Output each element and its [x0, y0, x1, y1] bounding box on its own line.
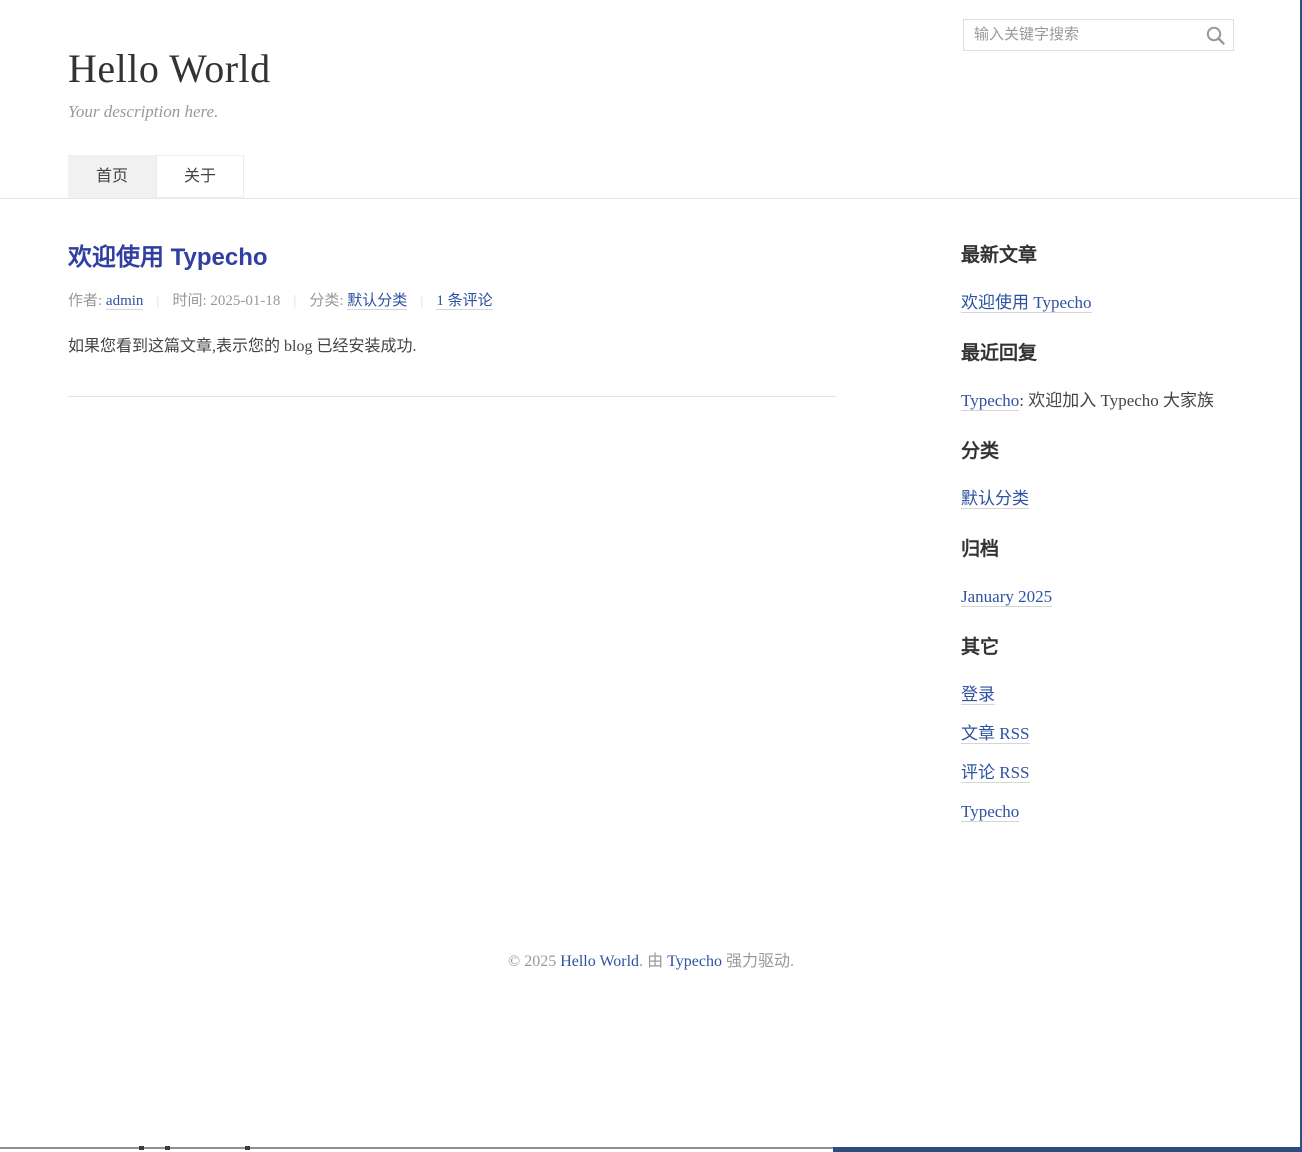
list-item: Typecho: 欢迎加入 Typecho 大家族 [961, 389, 1234, 413]
post-date: 2025-01-18 [210, 293, 280, 309]
login-link[interactable]: 登录 [961, 685, 995, 705]
sidebar: 最新文章 欢迎使用 Typecho 最近回复 Typecho: 欢迎加入 Typ… [961, 199, 1234, 847]
sidebar-section-archives: 归档 January 2025 [961, 534, 1234, 609]
footer-site-link[interactable]: Hello World [560, 953, 639, 970]
typecho-link[interactable]: Typecho [961, 802, 1019, 822]
search-box [963, 19, 1234, 51]
recent-post-link[interactable]: 欢迎使用 Typecho [961, 293, 1092, 313]
sidebar-heading: 最近回复 [961, 338, 1234, 365]
category-link[interactable]: 默认分类 [347, 293, 407, 310]
post-rss-link[interactable]: 文章 RSS [961, 724, 1030, 744]
list-item: 评论 RSS [961, 761, 1234, 785]
list-item: 登录 [961, 683, 1234, 707]
post: 欢迎使用 Typecho 作者: admin | 时间: 2025-01-18 | 分类… [68, 237, 836, 359]
reply-text: : 欢迎加入 Typecho 大家族 [1019, 391, 1214, 410]
meta-separator: | [156, 293, 159, 309]
footer-typecho-link[interactable]: Typecho [667, 953, 722, 970]
reply-author-link[interactable]: Typecho [961, 391, 1019, 411]
post-list: 欢迎使用 Typecho 作者: admin | 时间: 2025-01-18 | 分类… [68, 199, 836, 847]
taskbar-icon-sliver [245, 1146, 250, 1150]
author-link[interactable]: admin [106, 293, 144, 310]
list-item: January 2025 [961, 585, 1234, 609]
main-nav: 首页 关于 [68, 155, 1234, 198]
site-description: Your description here. [68, 102, 1234, 122]
search-icon[interactable] [1205, 25, 1226, 46]
sidebar-heading: 归档 [961, 534, 1234, 561]
category-label: 分类: [309, 293, 347, 309]
list-item: 默认分类 [961, 487, 1234, 511]
nav-tab-home[interactable]: 首页 [68, 155, 156, 198]
window-frame-bottom-edge [833, 1147, 1302, 1152]
site-footer: © 2025 Hello World. 由 Typecho 强力驱动. [0, 947, 1302, 971]
comment-rss-link[interactable]: 评论 RSS [961, 763, 1030, 783]
sidebar-heading: 其它 [961, 632, 1234, 659]
sidebar-heading: 最新文章 [961, 240, 1234, 267]
meta-separator: | [293, 293, 296, 309]
comments-link[interactable]: 1 条评论 [436, 293, 492, 310]
list-item: 文章 RSS [961, 722, 1234, 746]
taskbar-icon-sliver [165, 1146, 170, 1150]
sidebar-section-recent-posts: 最新文章 欢迎使用 Typecho [961, 240, 1234, 315]
taskbar-top-edge [0, 1147, 833, 1149]
copyright-text: © 2025 [508, 953, 560, 970]
sidebar-heading: 分类 [961, 436, 1234, 463]
time-label: 时间: [172, 293, 210, 309]
site-header: Hello World Your description here. 首页 关于 [68, 0, 1234, 198]
meta-separator: | [420, 293, 423, 309]
post-divider [68, 396, 836, 397]
search-input[interactable] [964, 20, 1233, 50]
post-title-link[interactable]: 欢迎使用 Typecho [68, 237, 836, 272]
post-meta: 作者: admin | 时间: 2025-01-18 | 分类: 默认分类 | 1 条评论 [68, 289, 836, 310]
list-item: 欢迎使用 Typecho [961, 291, 1234, 315]
author-label: 作者: [68, 293, 106, 309]
footer-text: . 由 [639, 953, 667, 970]
taskbar-icon-sliver [139, 1146, 144, 1150]
nav-tab-about[interactable]: 关于 [156, 155, 244, 198]
sidebar-section-recent-replies: 最近回复 Typecho: 欢迎加入 Typecho 大家族 [961, 338, 1234, 413]
post-excerpt: 如果您看到这篇文章,表示您的 blog 已经安装成功. [68, 335, 836, 359]
archive-link[interactable]: January 2025 [961, 587, 1052, 607]
sidebar-section-misc: 其它 登录 文章 RSS 评论 RSS Typecho [961, 632, 1234, 824]
sidebar-section-categories: 分类 默认分类 [961, 436, 1234, 511]
footer-text: 强力驱动. [722, 953, 794, 970]
list-item: Typecho [961, 800, 1234, 824]
site-title[interactable]: Hello World [68, 45, 1234, 92]
category-sidebar-link[interactable]: 默认分类 [961, 489, 1029, 509]
